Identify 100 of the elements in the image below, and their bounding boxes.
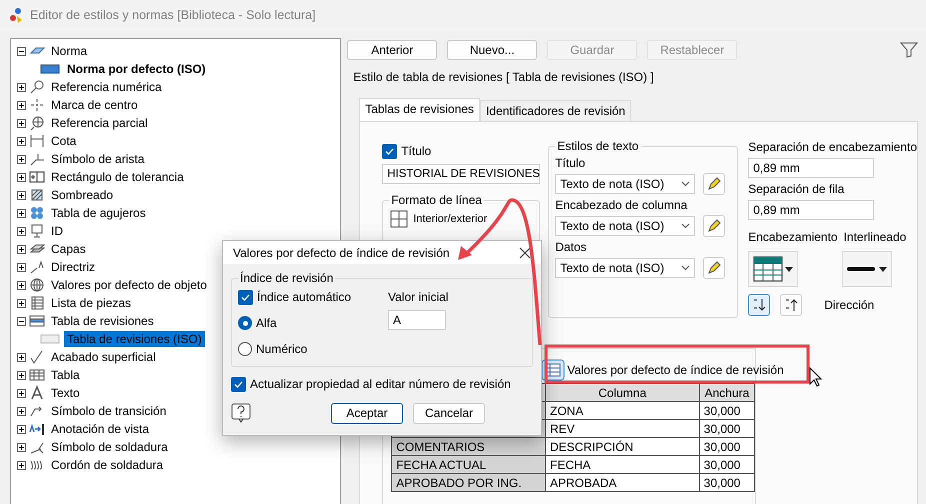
chevron-down-icon (681, 265, 690, 271)
caret-icon (879, 266, 888, 272)
field-label: Encabezado de columna (555, 198, 688, 212)
text-style-select[interactable]: Texto de nota (ISO) (555, 174, 696, 194)
expand-icon[interactable] (17, 154, 26, 164)
collapse-icon[interactable] (17, 316, 26, 326)
expand-icon[interactable] (17, 460, 26, 470)
group-title: Formato de línea (389, 193, 484, 207)
checkmark-icon (234, 380, 243, 388)
tree-item[interactable]: Cordón de soldadura (48, 457, 166, 473)
sort-up-button[interactable] (780, 294, 802, 316)
expand-icon[interactable] (17, 226, 26, 236)
edit-style-button[interactable] (703, 257, 726, 279)
revision-defaults-button[interactable]: Valores por defecto de índice de revisión (541, 359, 784, 381)
edit-style-button[interactable] (703, 173, 726, 195)
tree-item[interactable]: ID (48, 223, 66, 239)
checkbox[interactable] (238, 290, 253, 304)
tree-item[interactable]: Símbolo de arista (48, 151, 148, 167)
tree-item[interactable]: Tabla de revisiones (ISO) (64, 331, 205, 347)
tree-item[interactable]: Símbolo de transición (48, 403, 170, 419)
checkbox[interactable] (382, 144, 398, 158)
text-style-select[interactable]: Texto de nota (ISO) (555, 258, 696, 278)
id-icon (29, 223, 45, 239)
tree-item[interactable]: Directriz (48, 259, 98, 275)
checkbox-label: Actualizar propiedad al editar número de revisión (250, 377, 511, 391)
radio-label: Alfa (256, 316, 277, 330)
tree-item[interactable]: Anotación de vista (48, 421, 152, 437)
expand-icon[interactable] (17, 352, 26, 362)
dialog-button[interactable]: Cancelar (413, 402, 485, 424)
radio-button[interactable] (238, 316, 252, 330)
tree-item[interactable]: Lista de piezas (48, 295, 134, 311)
table-cell: FECHA (545, 456, 700, 474)
expand-icon[interactable] (17, 82, 26, 92)
hatch-icon (29, 187, 45, 203)
expand-icon[interactable] (17, 118, 26, 128)
tab[interactable]: Tablas de revisiones (359, 98, 480, 121)
expand-icon[interactable] (17, 280, 26, 290)
field-label: Interlineado (844, 230, 906, 244)
tree-item[interactable]: Referencia numérica (48, 79, 165, 95)
expand-icon[interactable] (17, 208, 26, 218)
tree-item[interactable]: Marca de centro (48, 97, 141, 113)
help-icon[interactable] (231, 403, 251, 423)
toolbar-button[interactable]: Anterior (347, 40, 438, 60)
field-label: Separación de fila (748, 182, 846, 196)
spacing-field[interactable]: 0,89 mm (748, 158, 874, 178)
view-label-icon (29, 421, 45, 437)
tree-item[interactable]: Norma por defecto (ISO) (64, 61, 209, 77)
surface-icon (29, 349, 45, 365)
tab[interactable]: Identificadores de revisión (480, 100, 632, 121)
balloon-icon (29, 79, 45, 95)
header-style-dropdown[interactable] (748, 251, 798, 287)
line-style-dropdown[interactable] (842, 251, 892, 287)
collapse-icon[interactable] (17, 46, 26, 56)
close-icon[interactable] (519, 246, 531, 258)
tree-item[interactable]: Tabla de agujeros (48, 205, 149, 221)
standard-icon (39, 63, 61, 75)
expand-icon[interactable] (17, 100, 26, 110)
expand-icon[interactable] (17, 388, 26, 398)
tree-item[interactable]: Valores por defecto de objeto (48, 277, 210, 293)
tree-item[interactable]: Tabla (48, 367, 83, 383)
sort-down-button[interactable] (748, 294, 770, 316)
expand-icon[interactable] (17, 262, 26, 272)
initial-value-field[interactable]: A (388, 310, 446, 330)
tree-item[interactable]: Norma (48, 43, 90, 59)
expand-icon[interactable] (17, 406, 26, 416)
border-icon[interactable] (389, 209, 410, 229)
expand-icon[interactable] (17, 190, 26, 200)
edit-style-button[interactable] (703, 215, 726, 237)
expand-icon[interactable] (17, 298, 26, 308)
tree-item[interactable]: Símbolo de soldadura (48, 439, 171, 455)
filter-icon[interactable] (900, 42, 918, 58)
tree-item[interactable]: Cota (48, 133, 80, 149)
title-field[interactable]: HISTORIAL DE REVISIONES (382, 164, 540, 184)
expand-icon[interactable] (17, 442, 26, 452)
dialog-button[interactable]: Aceptar (331, 402, 403, 424)
tree-item[interactable]: Tabla de revisiones (48, 313, 157, 329)
expand-icon[interactable] (17, 172, 26, 182)
checkbox-label: Índice automático (257, 290, 352, 304)
text-icon (29, 385, 45, 401)
tree-item[interactable]: Sombreado (48, 187, 116, 203)
expand-icon[interactable] (17, 424, 26, 434)
group-title: Índice de revisión (238, 271, 336, 285)
toolbar-button[interactable]: Nuevo... (447, 40, 538, 60)
pen-icon (706, 260, 722, 276)
tree-item[interactable]: Referencia parcial (48, 115, 151, 131)
text-style-select[interactable]: Texto de nota (ISO) (555, 216, 696, 236)
table-cell: 30,000 (699, 456, 755, 474)
tree-item[interactable]: Texto (48, 385, 83, 401)
hole-table-icon (29, 205, 45, 221)
radio-button[interactable] (238, 342, 252, 356)
expand-icon[interactable] (17, 244, 26, 254)
spacing-field[interactable]: 0,89 mm (748, 200, 874, 220)
checkbox[interactable] (231, 376, 246, 392)
radio-label: Numérico (256, 342, 308, 356)
tree-item[interactable]: Capas (48, 241, 89, 257)
field-label: Valor inicial (388, 290, 448, 304)
tree-item[interactable]: Rectángulo de tolerancia (48, 169, 187, 185)
tree-item[interactable]: Acabado superficial (48, 349, 159, 365)
expand-icon[interactable] (17, 136, 26, 146)
expand-icon[interactable] (17, 370, 26, 380)
